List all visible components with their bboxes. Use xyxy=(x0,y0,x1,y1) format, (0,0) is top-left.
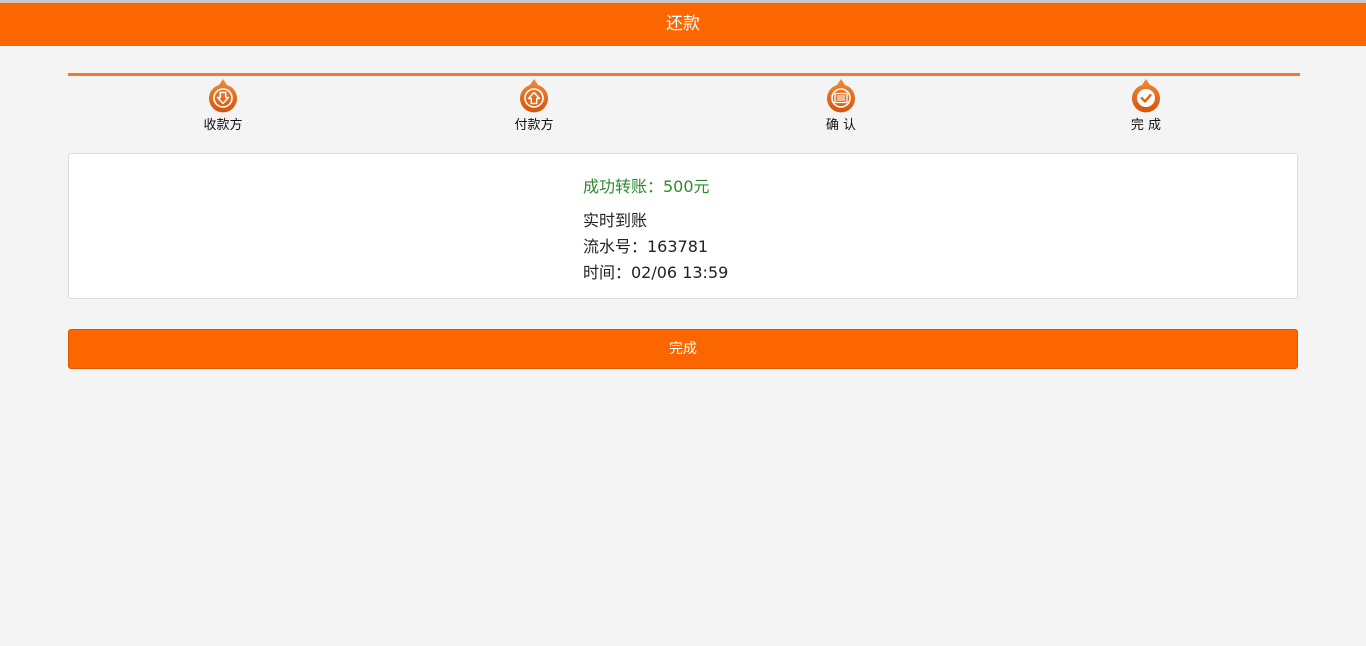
step-label: 完 成 xyxy=(1130,118,1162,133)
checkmark-icon xyxy=(1131,78,1161,116)
arrow-up-icon xyxy=(519,78,549,116)
step-confirm: 确 认 xyxy=(781,78,901,134)
serial-number-text: 流水号：163781 xyxy=(583,237,709,256)
arrow-down-icon xyxy=(208,78,238,116)
step-complete: 完 成 xyxy=(1086,78,1206,134)
result-card: 成功转账：500元 实时到账 流水号：163781 时间：02/06 13:59 xyxy=(68,153,1298,299)
step-payee: 收款方 xyxy=(163,78,283,134)
arrival-text: 实时到账 xyxy=(583,211,648,230)
transfer-success-text: 成功转账：500元 xyxy=(583,177,710,196)
step-label: 收款方 xyxy=(203,118,243,133)
list-icon xyxy=(826,78,856,116)
page-title: 还款 xyxy=(666,14,700,34)
step-label: 付款方 xyxy=(514,118,554,133)
step-label: 确 认 xyxy=(825,118,857,133)
time-text: 时间：02/06 13:59 xyxy=(583,263,729,282)
progress-bar xyxy=(68,73,1300,76)
done-button-label: 完成 xyxy=(669,341,697,357)
done-button[interactable]: 完成 xyxy=(68,329,1298,369)
result-details: 成功转账：500元 实时到账 流水号：163781 时间：02/06 13:59 xyxy=(583,174,728,286)
page-header: 还款 xyxy=(0,3,1366,46)
step-payer: 付款方 xyxy=(474,78,594,134)
